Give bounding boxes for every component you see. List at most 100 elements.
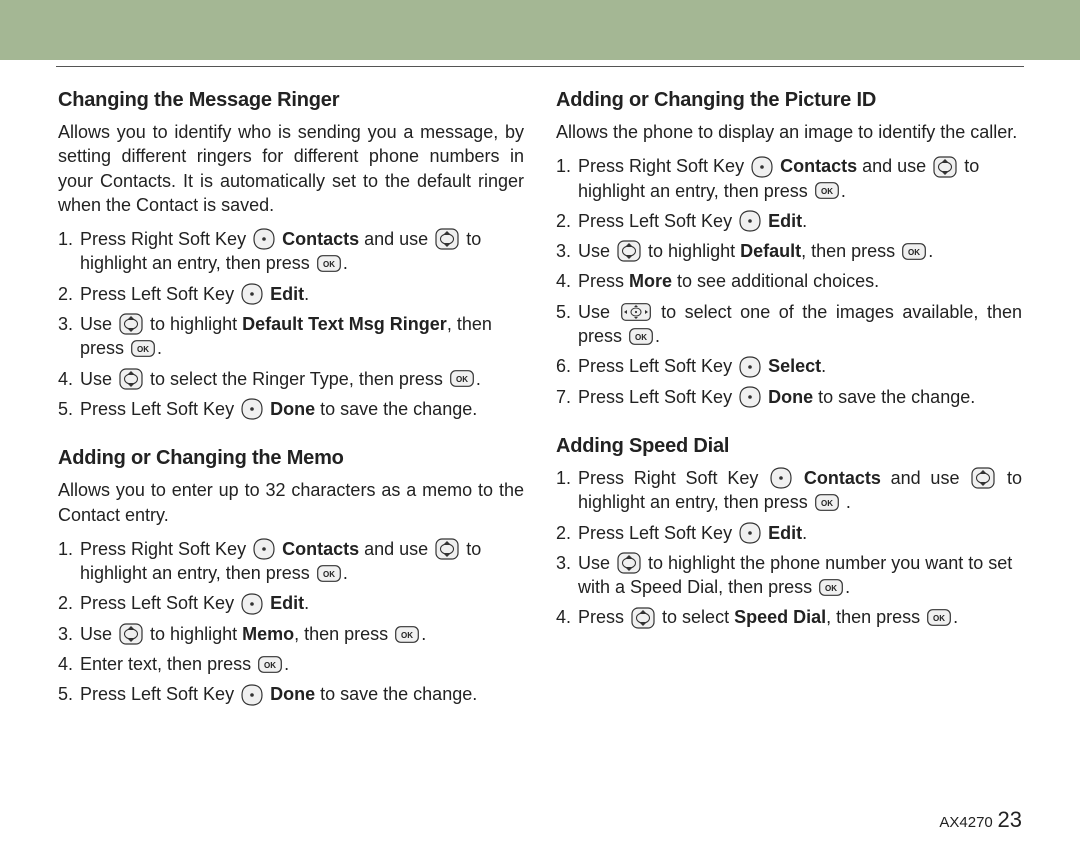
bold: Edit — [768, 523, 802, 543]
step-text: Press Right Soft Key — [578, 468, 768, 488]
step-text: , then press — [801, 241, 900, 261]
step-text: Press Left Soft Key — [578, 523, 737, 543]
step-text: Use — [578, 302, 619, 322]
soft-key-icon — [241, 398, 263, 420]
right-column: Adding or Changing the Picture ID Allows… — [556, 87, 1022, 713]
ok-key-icon — [902, 243, 926, 260]
model-number: AX4270 — [939, 814, 992, 831]
content-columns: Changing the Message Ringer Allows you t… — [0, 67, 1080, 713]
nav-updown-icon — [933, 156, 957, 178]
step-text: Use — [80, 624, 117, 644]
step-text: to see additional choices. — [672, 271, 879, 291]
nav-updown-icon — [435, 228, 459, 250]
step-text: to select — [662, 607, 734, 627]
nav-updown-icon — [119, 368, 143, 390]
step-text: Press Left Soft Key — [80, 593, 239, 613]
nav-updown-icon — [119, 623, 143, 645]
steps-list: Press Right Soft Key Contacts and use to… — [556, 466, 1022, 630]
section-title: Adding or Changing the Picture ID — [556, 87, 1022, 114]
nav-4way-icon — [621, 303, 651, 321]
section-intro: Allows the phone to display an image to … — [556, 120, 1022, 144]
page-number: 23 — [998, 807, 1022, 832]
ok-key-icon — [450, 370, 474, 387]
bold: Edit — [270, 284, 304, 304]
bold: Done — [270, 399, 315, 419]
ok-key-icon — [815, 182, 839, 199]
soft-key-icon — [770, 467, 792, 489]
bold: Contacts — [282, 229, 359, 249]
bold: Edit — [768, 211, 802, 231]
step-text: Press Right Soft Key — [80, 539, 251, 559]
ok-key-icon — [131, 340, 155, 357]
step: Press Left Soft Key Done to save the cha… — [58, 682, 524, 706]
bold: Contacts — [282, 539, 359, 559]
step-text: Press Right Soft Key — [578, 156, 749, 176]
left-column: Changing the Message Ringer Allows you t… — [58, 87, 524, 713]
step-text: to highlight — [150, 624, 242, 644]
step-text: Press — [578, 607, 629, 627]
step: Use to highlight Default, then press . — [556, 239, 1022, 263]
ok-key-icon — [815, 494, 839, 511]
step-text: Use — [80, 369, 117, 389]
soft-key-icon — [751, 156, 773, 178]
ok-key-icon — [927, 609, 951, 626]
step-text: to highlight — [150, 314, 242, 334]
ok-key-icon — [317, 565, 341, 582]
step-text: to save the change. — [818, 387, 975, 407]
soft-key-icon — [739, 386, 761, 408]
bold: Contacts — [780, 156, 857, 176]
step: Press Right Soft Key Contacts and use to… — [556, 466, 1022, 515]
header-bar — [0, 0, 1080, 60]
bold: Contacts — [804, 468, 881, 488]
nav-updown-icon — [971, 467, 995, 489]
section-message-ringer: Changing the Message Ringer Allows you t… — [58, 87, 524, 421]
bold: Default — [740, 241, 801, 261]
step: Press Right Soft Key Contacts and use to… — [58, 227, 524, 276]
step-text: Press Left Soft Key — [578, 211, 737, 231]
step: Use to highlight Default Text Msg Ringer… — [58, 312, 524, 361]
nav-updown-icon — [617, 552, 641, 574]
bold: Speed Dial — [734, 607, 826, 627]
steps-list: Press Right Soft Key Contacts and use to… — [58, 227, 524, 421]
steps-list: Press Right Soft Key Contacts and use to… — [556, 154, 1022, 409]
steps-list: Press Right Soft Key Contacts and use to… — [58, 537, 524, 707]
step: Press Right Soft Key Contacts and use to… — [58, 537, 524, 586]
step: Enter text, then press . — [58, 652, 524, 676]
bold: Memo — [242, 624, 294, 644]
step-text: , then press — [294, 624, 393, 644]
step: Use to select the Ringer Type, then pres… — [58, 367, 524, 391]
bold: Edit — [270, 593, 304, 613]
step: Press Left Soft Key Edit. — [58, 282, 524, 306]
soft-key-icon — [253, 228, 275, 250]
step-text: Press Left Soft Key — [80, 399, 239, 419]
soft-key-icon — [739, 210, 761, 232]
nav-updown-icon — [119, 313, 143, 335]
bold: Done — [768, 387, 813, 407]
section-picture-id: Adding or Changing the Picture ID Allows… — [556, 87, 1022, 409]
ok-key-icon — [317, 255, 341, 272]
step-text: and use — [862, 156, 931, 176]
soft-key-icon — [253, 538, 275, 560]
step-text: to save the change. — [320, 399, 477, 419]
step: Press Left Soft Key Done to save the cha… — [58, 397, 524, 421]
ok-key-icon — [395, 626, 419, 643]
ok-key-icon — [629, 328, 653, 345]
bold: More — [629, 271, 672, 291]
step-text: and use — [364, 229, 433, 249]
ok-key-icon — [819, 579, 843, 596]
nav-updown-icon — [617, 240, 641, 262]
step: Press Left Soft Key Edit. — [556, 209, 1022, 233]
step: Use to highlight Memo, then press . — [58, 622, 524, 646]
step-text: Use — [578, 241, 615, 261]
step: Press Left Soft Key Edit. — [58, 591, 524, 615]
section-intro: Allows you to identify who is sending yo… — [58, 120, 524, 217]
step-text: Use — [80, 314, 117, 334]
step-text: Press Left Soft Key — [578, 356, 737, 376]
soft-key-icon — [739, 522, 761, 544]
step-text: Press Left Soft Key — [80, 684, 239, 704]
step-text: Press — [578, 271, 629, 291]
step: Press More to see additional choices. — [556, 269, 1022, 293]
step: Use to highlight the phone number you wa… — [556, 551, 1022, 600]
step-text: Use — [578, 553, 615, 573]
step: Press Left Soft Key Select. — [556, 354, 1022, 378]
